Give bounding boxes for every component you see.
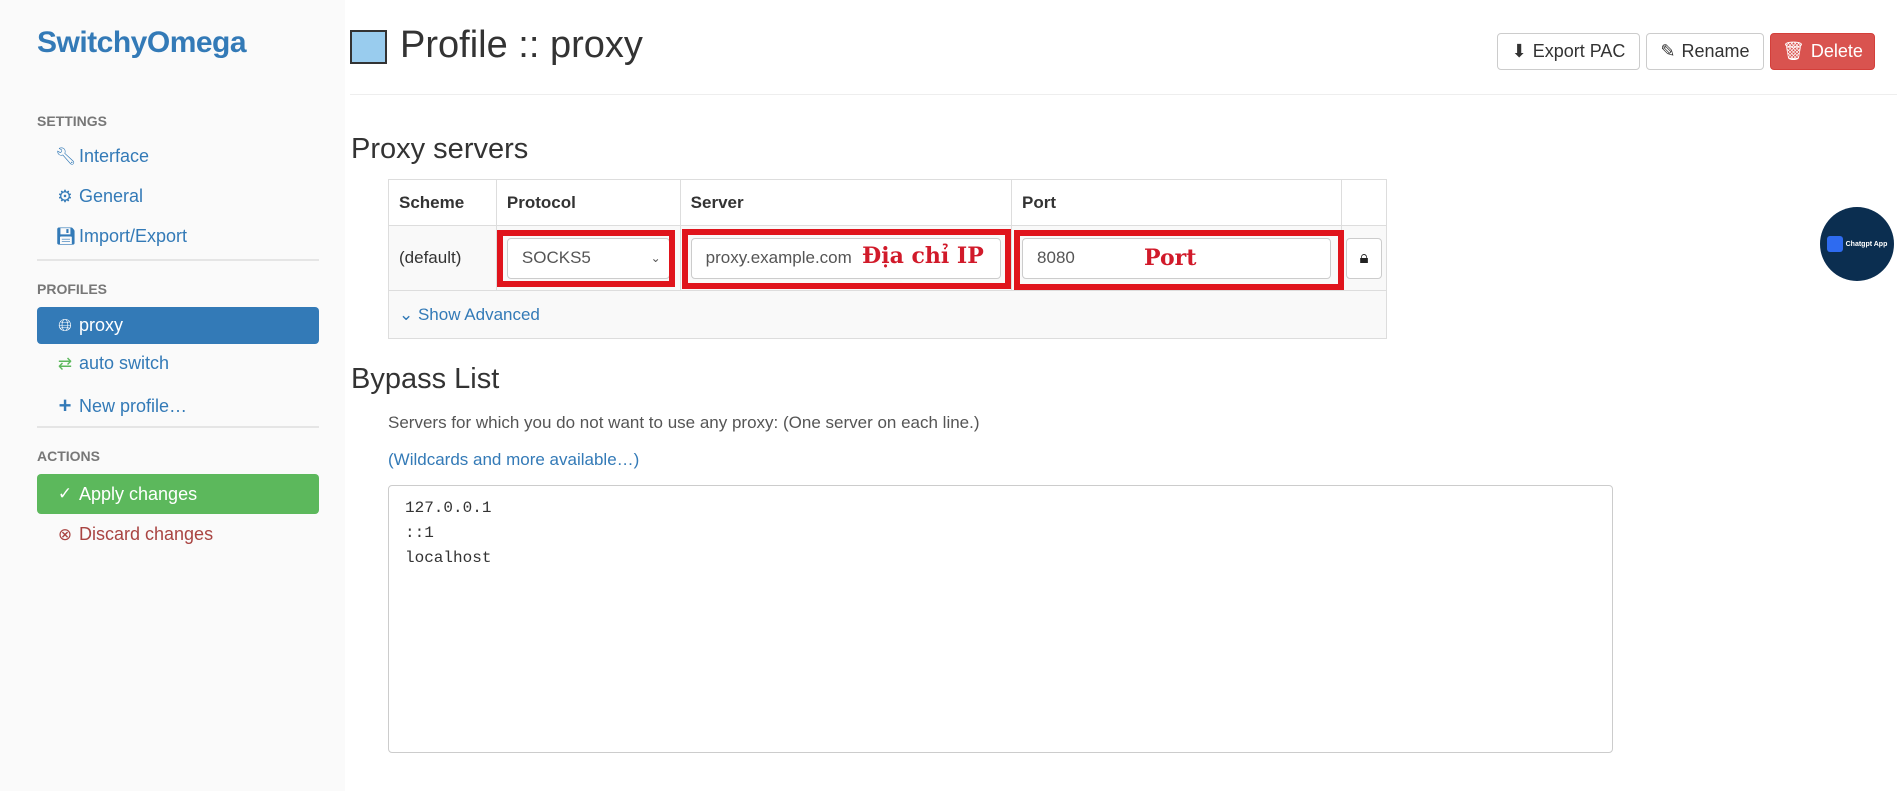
- gear-icon: ⚙: [57, 186, 73, 206]
- sidebar-item-auto-switch[interactable]: ⇄ auto switch: [55, 353, 169, 374]
- annotation-box-protocol: [497, 230, 675, 287]
- header-divider: [350, 94, 1897, 95]
- page-title: Profile :: proxy: [400, 24, 643, 66]
- sidebar-item-import-export[interactable]: 💾︎ Import/Export: [55, 226, 187, 247]
- apply-changes-button[interactable]: ✓ Apply changes: [37, 474, 319, 514]
- settings-heading: SETTINGS: [37, 113, 108, 129]
- profile-color-swatch[interactable]: [350, 30, 387, 64]
- download-icon: ⬇: [1511, 41, 1527, 61]
- sidebar-item-label: New profile…: [79, 395, 188, 416]
- bypass-list-heading: Bypass List: [351, 363, 500, 395]
- wildcards-link[interactable]: (Wildcards and more available…): [388, 450, 639, 470]
- proxy-servers-heading: Proxy servers: [351, 133, 529, 165]
- sidebar-item-label: General: [79, 186, 144, 206]
- rename-label: Rename: [1681, 41, 1750, 61]
- actions-heading: ACTIONS: [37, 448, 100, 464]
- divider: [37, 259, 319, 261]
- show-advanced-label: Show Advanced: [417, 304, 540, 324]
- show-advanced-link[interactable]: ⌄ Show Advanced: [399, 305, 540, 324]
- apply-label: Apply changes: [79, 483, 198, 504]
- floppy-icon: 💾︎: [55, 226, 77, 246]
- delete-label: Delete: [1810, 41, 1863, 61]
- export-pac-button[interactable]: ⬇ Export PAC: [1497, 33, 1640, 70]
- app-logo[interactable]: SwitchyOmega: [37, 26, 247, 60]
- delete-button[interactable]: 🗑︎ Delete: [1770, 33, 1875, 70]
- column-header: Protocol: [495, 179, 681, 226]
- annotation-port-label: Port: [1144, 245, 1197, 271]
- plus-icon: +: [58, 393, 72, 418]
- annotation-server-label: Địa chỉ IP: [862, 243, 984, 269]
- sidebar-item-general[interactable]: ⚙ General: [55, 186, 143, 207]
- chevron-down-icon: ⌄: [399, 304, 418, 324]
- discard-label: Discard changes: [79, 524, 214, 544]
- sidebar-item-label: proxy: [79, 315, 124, 335]
- sidebar-item-proxy[interactable]: 🌐︎ proxy: [37, 307, 319, 344]
- profiles-heading: PROFILES: [37, 281, 108, 297]
- lock-icon: 🔒︎: [1359, 248, 1369, 267]
- wrench-icon: 🔧︎: [55, 146, 77, 166]
- divider: [37, 426, 319, 428]
- column-header: [1341, 179, 1387, 226]
- app-logo-icon: [1826, 236, 1843, 252]
- trash-icon: 🗑︎: [1782, 41, 1805, 61]
- scheme-cell: (default): [388, 225, 497, 291]
- bypass-description: Servers for which you do not want to use…: [388, 413, 980, 432]
- bypass-list-textarea[interactable]: 127.0.0.1 ::1 localhost: [388, 485, 1613, 753]
- badge-label: Chatgpt App: [1845, 240, 1888, 248]
- lock-button[interactable]: 🔒︎: [1346, 237, 1382, 279]
- rename-button[interactable]: ✎ Rename: [1646, 33, 1764, 70]
- column-header: Port: [1011, 179, 1342, 226]
- x-circle-icon: ⊗: [57, 524, 73, 544]
- sidebar: SwitchyOmega SETTINGS 🔧︎ Interface ⚙ Gener…: [0, 0, 345, 791]
- sidebar-item-label: Import/Export: [79, 226, 188, 246]
- retweet-icon: ⇄: [57, 353, 73, 373]
- edit-icon: ✎: [1660, 41, 1676, 61]
- sidebar-item-label: auto switch: [79, 353, 170, 373]
- export-pac-label: Export PAC: [1532, 41, 1626, 61]
- sidebar-item-new-profile[interactable]: + New profile…: [55, 393, 187, 419]
- globe-icon: 🌐︎: [58, 315, 72, 335]
- sidebar-item-interface[interactable]: 🔧︎ Interface: [55, 146, 149, 167]
- column-header: Server: [679, 179, 1013, 226]
- check-circle-icon: ✓: [57, 484, 73, 503]
- column-header: Scheme: [388, 179, 497, 226]
- discard-changes-button[interactable]: ⊗ Discard changes: [55, 524, 213, 545]
- sidebar-item-label: Interface: [79, 146, 150, 166]
- floating-chatgpt-badge[interactable]: Chatgpt App: [1820, 207, 1894, 281]
